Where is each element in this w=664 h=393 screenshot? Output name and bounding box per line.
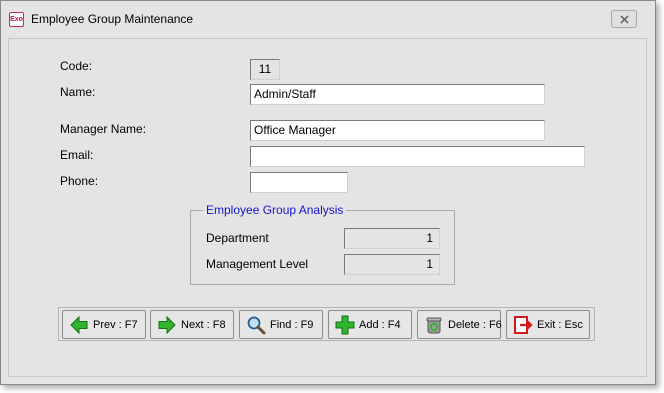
group-analysis-title: Employee Group Analysis bbox=[203, 203, 347, 217]
prev-button[interactable]: Prev : F7 bbox=[62, 310, 146, 339]
name-input[interactable]: Admin/Staff bbox=[250, 84, 545, 105]
add-button[interactable]: Add : F4 bbox=[328, 310, 412, 339]
next-button[interactable]: Next : F8 bbox=[150, 310, 234, 339]
magnifier-icon bbox=[247, 316, 266, 335]
email-input[interactable] bbox=[250, 146, 585, 167]
close-icon bbox=[620, 15, 629, 24]
management-level-label: Management Level bbox=[206, 257, 309, 271]
phone-label: Phone: bbox=[60, 174, 99, 188]
manager-name-input[interactable]: Office Manager bbox=[250, 120, 545, 141]
plus-icon bbox=[335, 315, 355, 335]
app-logo-icon: Exo bbox=[9, 12, 24, 27]
window-title: Employee Group Maintenance bbox=[31, 12, 194, 26]
prev-button-label: Prev : F7 bbox=[93, 319, 138, 331]
exit-icon bbox=[514, 316, 533, 334]
phone-input[interactable] bbox=[250, 172, 348, 193]
name-label: Name: bbox=[60, 85, 96, 99]
email-label: Email: bbox=[60, 148, 94, 162]
department-field[interactable]: 1 bbox=[344, 228, 440, 249]
right-arrow-icon bbox=[158, 315, 176, 335]
exit-button[interactable]: Exit : Esc bbox=[506, 310, 590, 339]
code-label: Code: bbox=[60, 59, 93, 73]
management-level-field[interactable]: 1 bbox=[344, 254, 440, 275]
manager-name-label: Manager Name: bbox=[60, 122, 147, 136]
delete-button-label: Delete : F6 bbox=[448, 319, 502, 331]
find-button[interactable]: Find : F9 bbox=[239, 310, 323, 339]
form-panel: Code: 11 Name: Admin/Staff Manager Name:… bbox=[8, 38, 647, 377]
employee-group-analysis-box: Employee Group Analysis Department 1 Man… bbox=[190, 203, 455, 285]
find-button-label: Find : F9 bbox=[270, 319, 314, 331]
department-label: Department bbox=[206, 231, 269, 245]
trash-icon bbox=[426, 317, 442, 334]
delete-button[interactable]: Delete : F6 bbox=[417, 310, 502, 339]
employee-group-window: Exo Employee Group Maintenance Code: 11 … bbox=[0, 0, 656, 385]
action-toolbar: Prev : F7 Next : F8 Find : F9 Add : F4 D… bbox=[58, 307, 595, 341]
close-button[interactable] bbox=[611, 10, 637, 28]
next-button-label: Next : F8 bbox=[181, 319, 226, 331]
add-button-label: Add : F4 bbox=[359, 319, 401, 331]
code-field: 11 bbox=[250, 59, 280, 80]
left-arrow-icon bbox=[70, 315, 88, 335]
title-bar[interactable]: Exo Employee Group Maintenance bbox=[1, 1, 655, 37]
exit-button-label: Exit : Esc bbox=[537, 319, 583, 331]
